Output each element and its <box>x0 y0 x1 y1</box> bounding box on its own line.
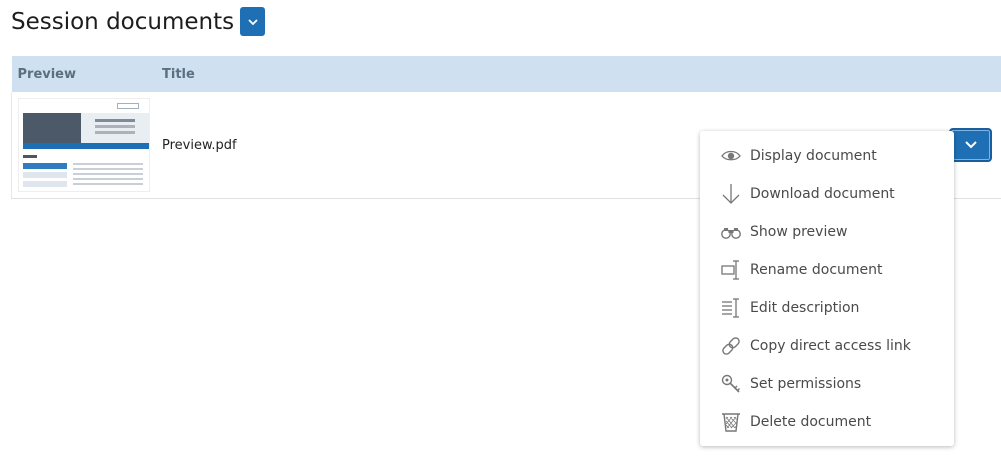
menu-item-label: Display document <box>750 148 877 164</box>
chevron-down-icon <box>964 141 977 149</box>
menu-item-delete-document[interactable]: Delete document <box>700 403 954 441</box>
table-header-row: Preview Title <box>11 56 1001 92</box>
rename-icon <box>720 259 742 281</box>
menu-item-label: Delete document <box>750 414 872 430</box>
menu-item-label: Rename document <box>750 262 883 278</box>
document-thumbnail[interactable] <box>18 97 150 192</box>
menu-item-label: Set permissions <box>750 376 862 392</box>
menu-item-display-document[interactable]: Display document <box>700 137 954 175</box>
download-arrow-icon <box>720 183 742 205</box>
page-title: Session documents <box>11 7 266 36</box>
trash-icon <box>720 411 742 433</box>
key-icon <box>720 373 742 395</box>
page-title-text: Session documents <box>11 8 235 35</box>
eye-icon <box>720 145 742 167</box>
menu-item-copy-direct-access-link[interactable]: Copy direct access link <box>700 327 954 365</box>
menu-item-rename-document[interactable]: Rename document <box>700 251 954 289</box>
menu-item-label: Copy direct access link <box>750 338 911 354</box>
menu-item-label: Download document <box>750 186 895 202</box>
menu-item-label: Show preview <box>750 224 848 240</box>
link-icon <box>720 335 742 357</box>
menu-item-label: Edit description <box>750 300 860 316</box>
chevron-down-icon <box>247 18 258 25</box>
menu-item-edit-description[interactable]: Edit description <box>700 289 954 327</box>
document-filename[interactable]: Preview.pdf <box>162 138 237 153</box>
column-header-preview[interactable]: Preview <box>12 56 157 92</box>
preview-cell <box>12 92 157 198</box>
menu-item-show-preview[interactable]: Show preview <box>700 213 954 251</box>
edit-text-icon <box>720 297 742 319</box>
menu-item-download-document[interactable]: Download document <box>700 175 954 213</box>
column-header-title[interactable]: Title <box>156 56 1001 92</box>
binoculars-icon <box>720 221 742 243</box>
title-dropdown-button[interactable] <box>240 7 266 36</box>
row-actions-dropdown-button[interactable] <box>949 128 992 162</box>
document-actions-menu: Display document Download document Show … <box>700 131 954 446</box>
menu-item-set-permissions[interactable]: Set permissions <box>700 365 954 403</box>
